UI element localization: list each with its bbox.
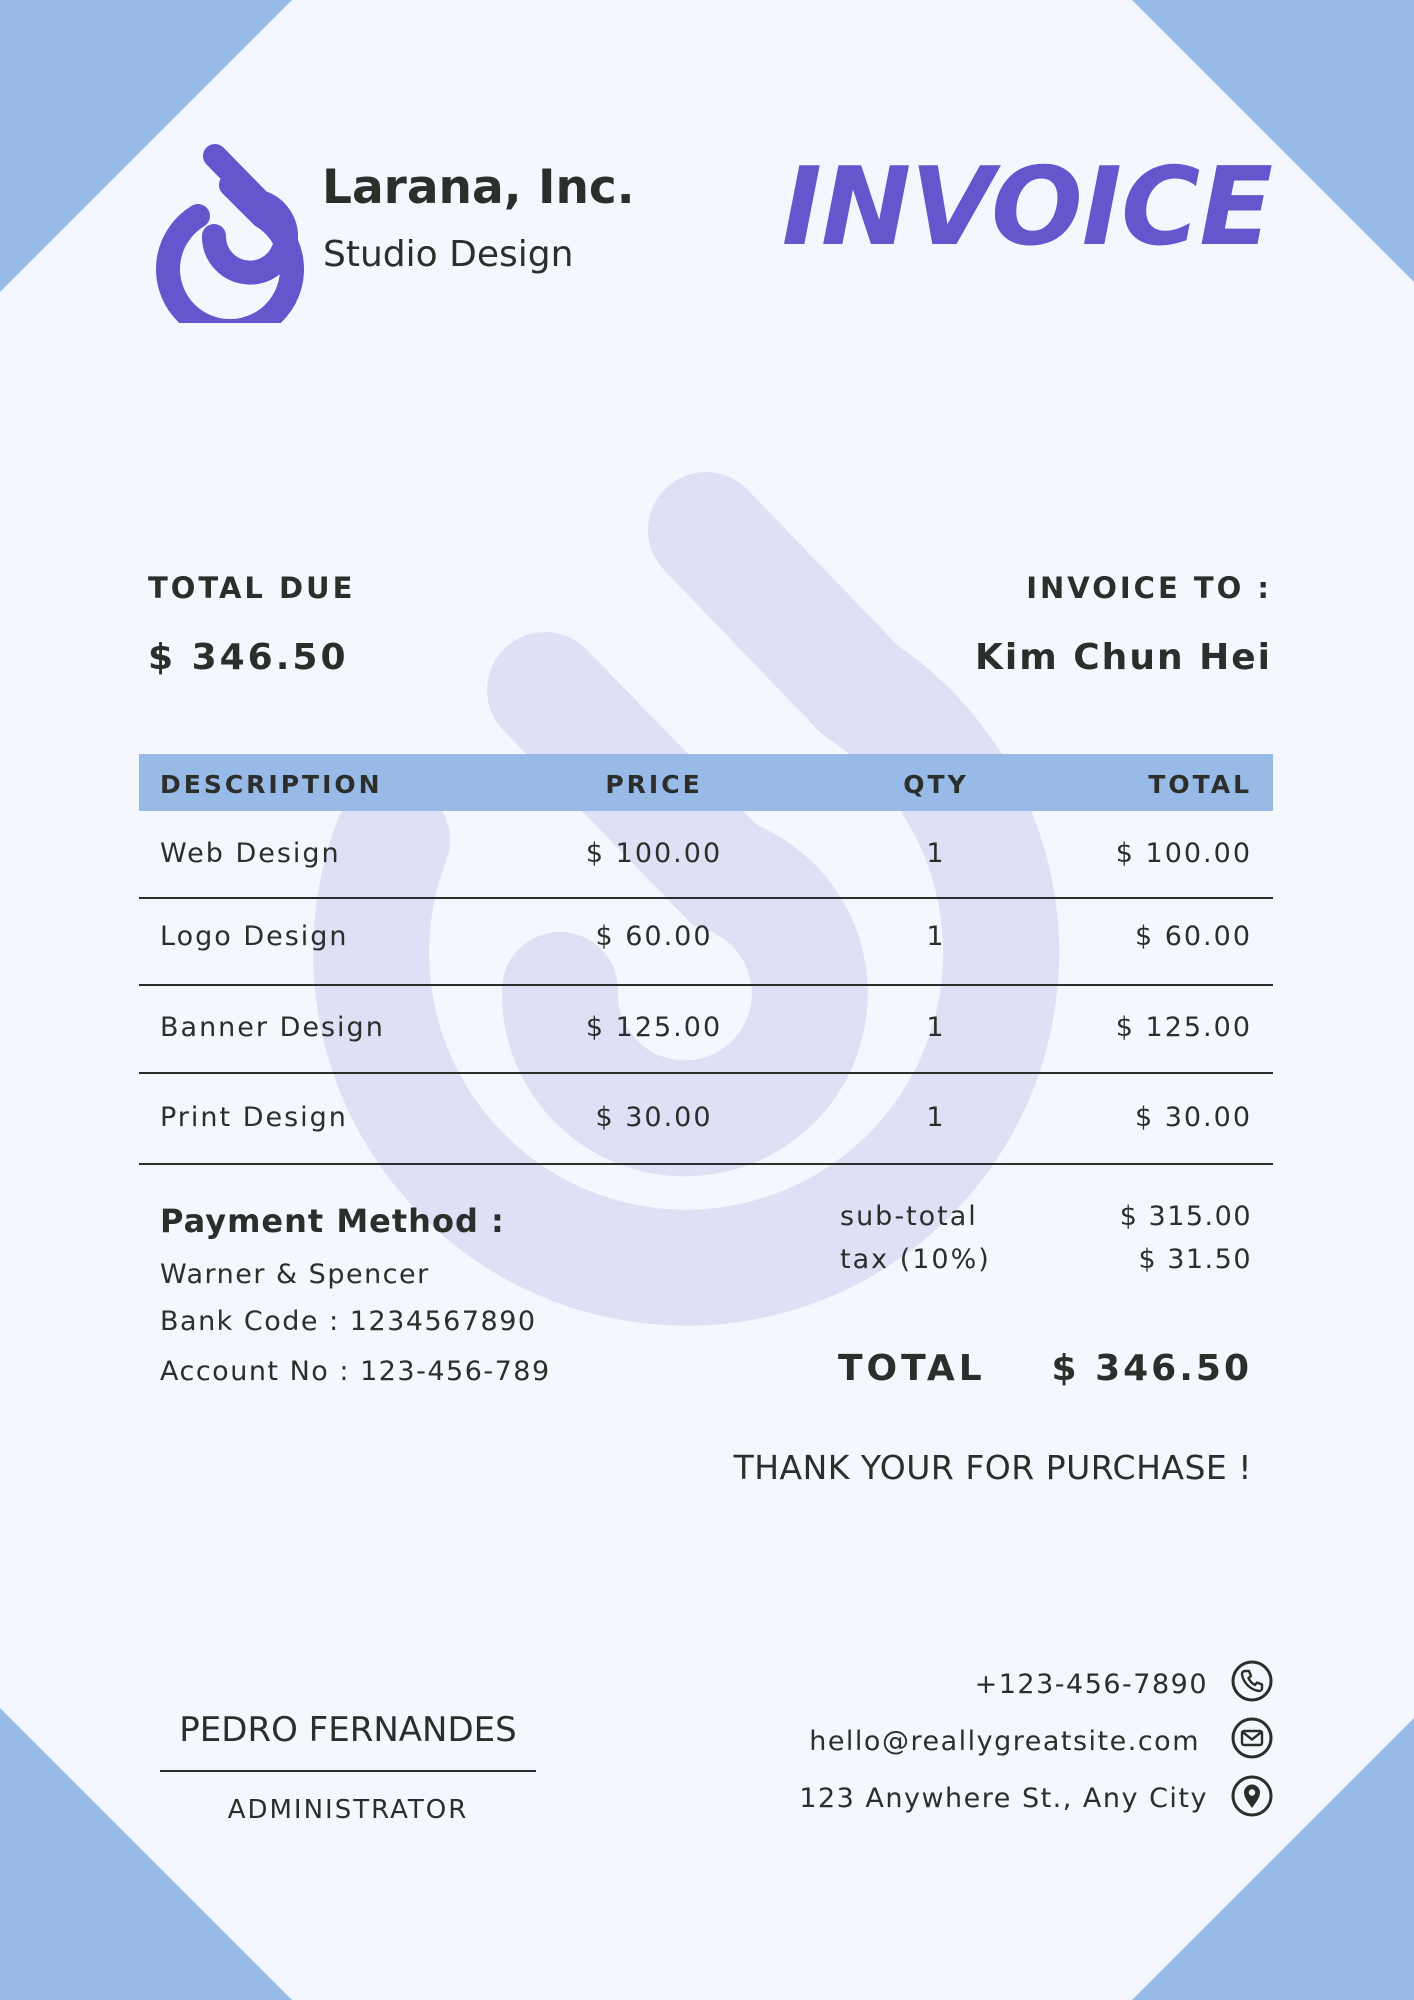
- grand-total-label: TOTAL: [838, 1348, 986, 1389]
- company-name: Larana, Inc.: [322, 160, 635, 215]
- table-header: DESCRIPTION PRICE QTY TOTAL: [139, 754, 1273, 811]
- row-price: $ 125.00: [585, 1012, 723, 1043]
- row-qty: 1: [926, 838, 946, 869]
- thank-you-message: THANK YOUR FOR PURCHASE !: [733, 1448, 1252, 1487]
- total-due-label: TOTAL DUE: [148, 571, 356, 605]
- document-title: INVOICE: [781, 145, 1273, 270]
- grand-total-value: $ 346.50: [1051, 1348, 1252, 1389]
- signature-line: [160, 1770, 536, 1772]
- row-description: Banner Design: [160, 1012, 385, 1043]
- signatory-role: ADMINISTRATOR: [227, 1795, 469, 1825]
- subtotal-value: $ 315.00: [1119, 1201, 1252, 1232]
- column-header-total: TOTAL: [1148, 770, 1252, 799]
- contact-phone[interactable]: +123-456-7890: [975, 1669, 1208, 1700]
- contact-address: 123 Anywhere St., Any City: [799, 1783, 1208, 1814]
- row-divider: [139, 897, 1273, 899]
- row-total: $ 60.00: [1134, 921, 1252, 952]
- client-name: Kim Chun Hei: [974, 637, 1272, 678]
- invoice-page: Larana, Inc. Studio Design INVOICE TOTAL…: [0, 0, 1414, 2000]
- row-qty: 1: [926, 1102, 946, 1133]
- contact-email[interactable]: hello@reallygreatsite.com: [809, 1726, 1200, 1757]
- row-total: $ 30.00: [1134, 1102, 1252, 1133]
- row-price: $ 100.00: [585, 838, 723, 869]
- row-description: Print Design: [160, 1102, 348, 1133]
- payment-method-title: Payment Method :: [160, 1202, 505, 1240]
- row-total: $ 125.00: [1115, 1012, 1252, 1043]
- row-total: $ 100.00: [1115, 838, 1252, 869]
- mail-icon: [1231, 1717, 1273, 1759]
- payment-bank: Warner & Spencer: [160, 1259, 430, 1290]
- total-due-value: $ 346.50: [148, 637, 349, 678]
- row-description: Logo Design: [160, 921, 349, 952]
- invoice-to-label: INVOICE TO :: [1026, 571, 1272, 605]
- tax-value: $ 31.50: [1138, 1244, 1252, 1275]
- company-subtitle: Studio Design: [323, 234, 574, 275]
- subtotal-label: sub-total: [840, 1201, 978, 1232]
- row-description: Web Design: [160, 838, 341, 869]
- row-divider: [139, 1163, 1273, 1165]
- row-qty: 1: [926, 921, 946, 952]
- phone-icon: [1231, 1660, 1273, 1702]
- payment-account-no: Account No : 123-456-789: [160, 1356, 551, 1387]
- location-pin-icon: [1231, 1775, 1273, 1817]
- row-divider: [139, 1072, 1273, 1074]
- company-logo-icon: [156, 144, 304, 323]
- column-header-price: PRICE: [605, 770, 703, 799]
- row-divider: [139, 984, 1273, 986]
- tax-label: tax (10%): [840, 1244, 991, 1275]
- row-qty: 1: [926, 1012, 946, 1043]
- payment-bank-code: Bank Code : 1234567890: [160, 1306, 537, 1337]
- column-header-description: DESCRIPTION: [160, 770, 383, 799]
- signatory-name: PEDRO FERNANDES: [179, 1710, 517, 1750]
- row-price: $ 30.00: [595, 1102, 713, 1133]
- column-header-qty: QTY: [903, 770, 969, 799]
- row-price: $ 60.00: [595, 921, 713, 952]
